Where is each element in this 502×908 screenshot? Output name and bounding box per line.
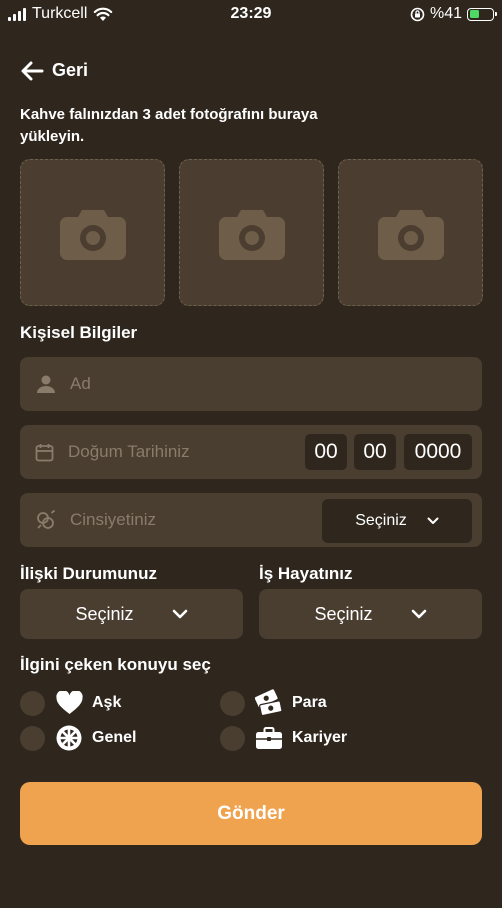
camera-icon xyxy=(218,209,285,260)
relationship-select-value: Seçiniz xyxy=(75,603,134,624)
back-button[interactable]: Geri xyxy=(20,60,88,81)
chevron-down-icon xyxy=(172,609,187,619)
name-field[interactable]: Ad xyxy=(20,357,482,411)
camera-icon xyxy=(59,209,126,260)
gender-select-value: Seçiniz xyxy=(355,512,407,529)
gender-placeholder: Cinsiyetiniz xyxy=(70,510,156,529)
photo-upload-slot-3[interactable] xyxy=(338,159,483,306)
birth-date-placeholder: Doğum Tarihiniz xyxy=(68,442,190,461)
relationship-select[interactable]: Seçiniz xyxy=(20,589,243,639)
rotation-lock-icon xyxy=(410,7,425,21)
calendar-icon xyxy=(35,443,54,461)
battery-percent: %41 xyxy=(429,5,462,22)
heart-icon xyxy=(55,689,83,717)
arrow-left-icon xyxy=(21,61,44,80)
birth-date-field[interactable]: Doğum Tarihiniz 00 00 0000 xyxy=(20,425,482,479)
birth-year-input[interactable]: 0000 xyxy=(404,434,472,470)
radio-button[interactable] xyxy=(20,725,45,751)
battery-icon xyxy=(467,7,497,21)
topic-option-money[interactable]: Para xyxy=(220,689,327,717)
chevron-down-icon xyxy=(411,609,426,619)
radio-button[interactable] xyxy=(220,725,245,751)
submit-button[interactable]: Gönder xyxy=(20,782,482,845)
work-select[interactable]: Seçiniz xyxy=(259,589,482,639)
birth-month-input[interactable]: 00 xyxy=(354,434,396,470)
user-icon xyxy=(37,375,55,393)
radio-button[interactable] xyxy=(220,690,245,716)
briefcase-icon xyxy=(255,724,283,752)
topic-label-general: Genel xyxy=(92,729,137,746)
personal-info-title: Kişisel Bilgiler xyxy=(20,323,138,342)
topics-title: İlgini çeken konuyu seç xyxy=(20,655,211,674)
topic-label-love: Aşk xyxy=(92,694,122,711)
topic-option-career[interactable]: Kariyer xyxy=(220,724,347,752)
relationship-label: İlişki Durumunuz xyxy=(20,564,157,583)
gender-select[interactable]: Seçiniz xyxy=(322,499,472,543)
name-placeholder: Ad xyxy=(70,374,91,393)
topic-label-career: Kariyer xyxy=(292,729,348,746)
topic-option-love[interactable]: Aşk xyxy=(20,689,121,717)
camera-icon xyxy=(377,209,444,260)
money-icon xyxy=(255,689,283,717)
birth-day-input[interactable]: 00 xyxy=(305,434,347,470)
radio-button[interactable] xyxy=(20,690,45,716)
status-right: %41 xyxy=(410,5,497,23)
topic-option-general[interactable]: Genel xyxy=(20,724,136,752)
photo-upload-slot-2[interactable] xyxy=(179,159,324,306)
gender-icon xyxy=(37,509,56,529)
gender-field: Cinsiyetiniz Seçiniz xyxy=(20,493,482,547)
work-label: İş Hayatınız xyxy=(259,564,353,583)
wheel-icon xyxy=(55,724,83,752)
status-bar: Turkcell 23:29 %41 xyxy=(0,0,502,30)
topic-label-money: Para xyxy=(292,694,327,711)
work-select-value: Seçiniz xyxy=(314,603,373,624)
back-label: Geri xyxy=(52,60,89,80)
chevron-down-icon xyxy=(427,517,439,524)
photo-upload-slot-1[interactable] xyxy=(20,159,165,306)
intro-text: Kahve falınızdan 3 adet fotoğrafını bura… xyxy=(20,106,318,145)
